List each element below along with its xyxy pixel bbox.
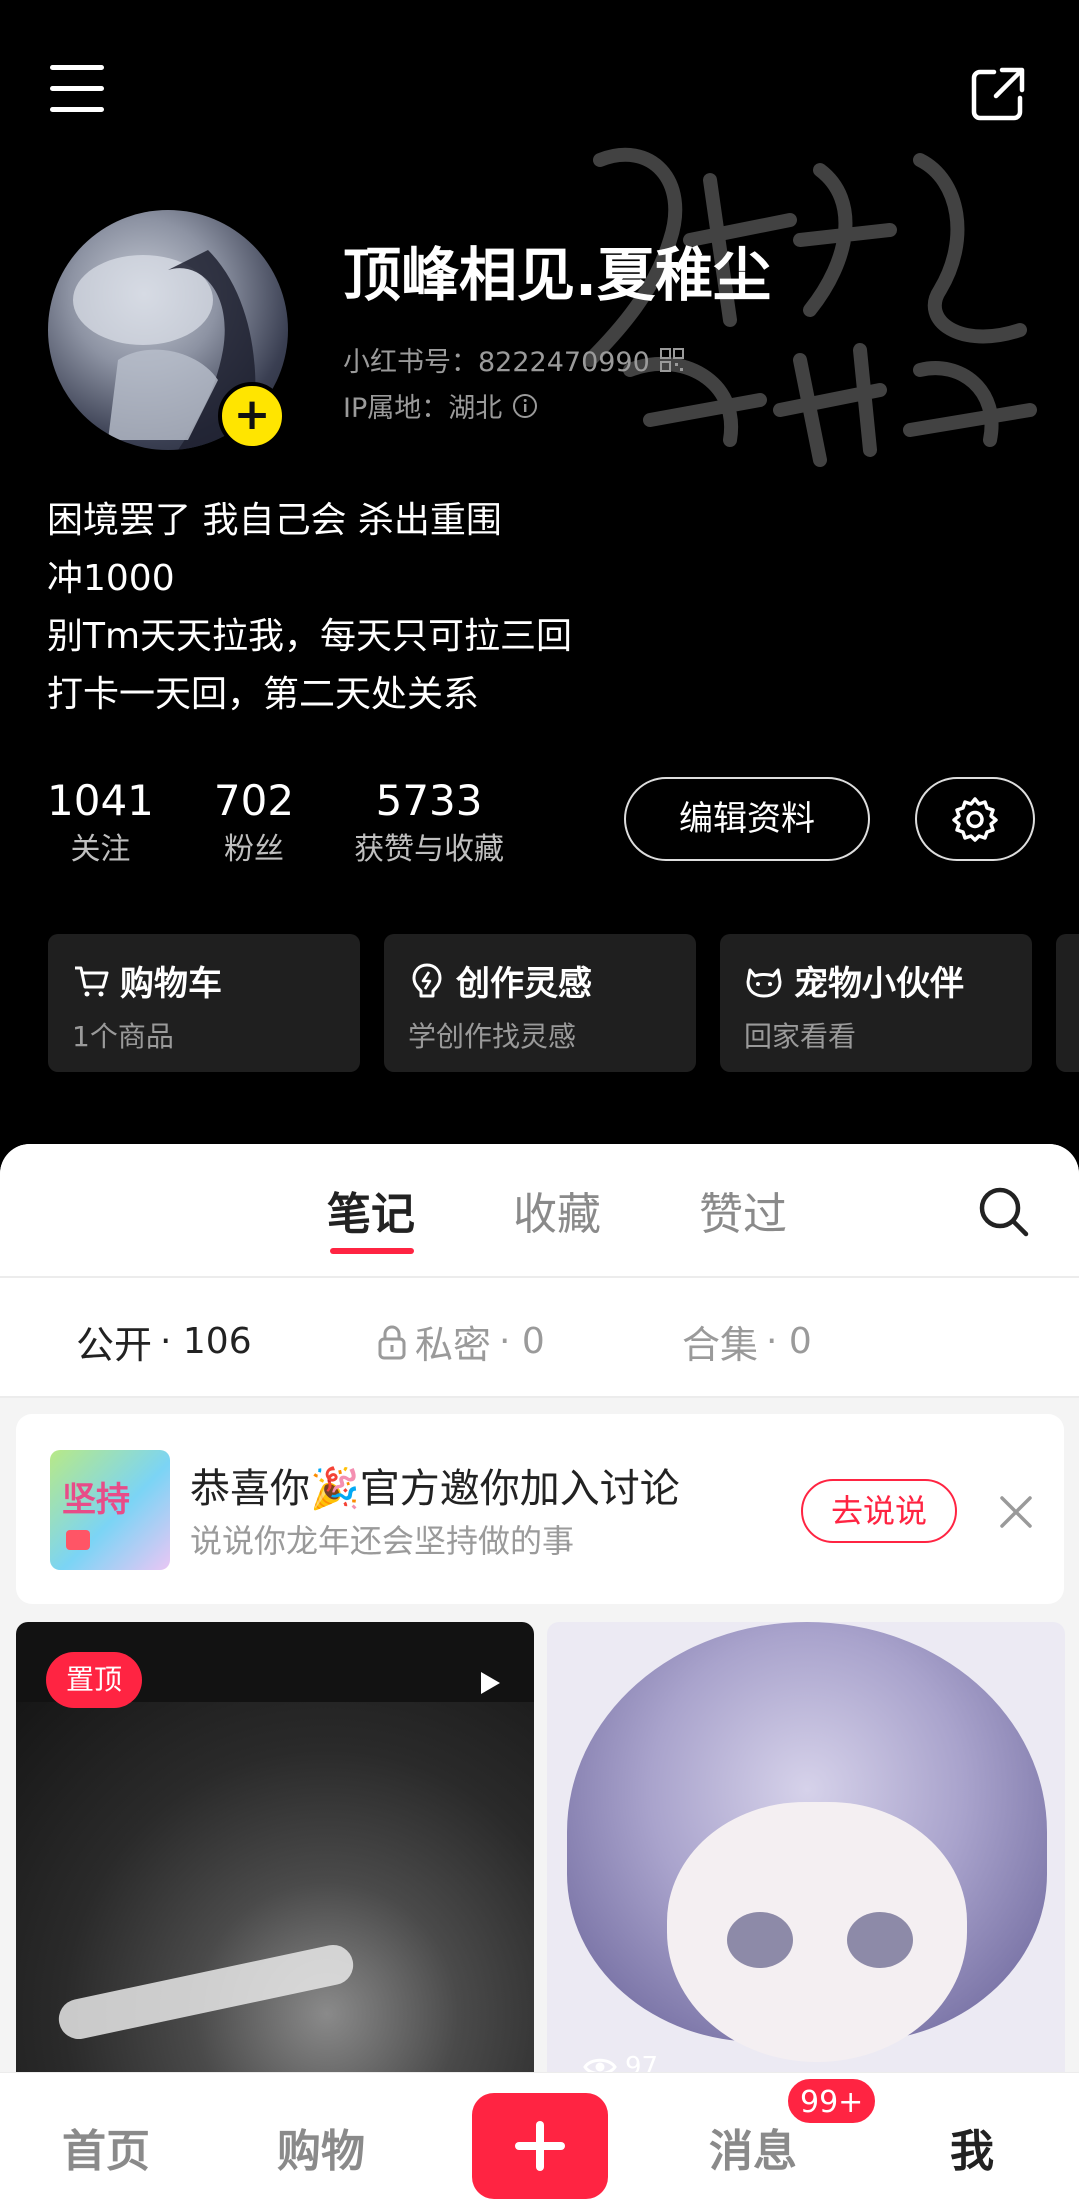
gear-icon xyxy=(952,797,998,842)
avatar[interactable]: + xyxy=(48,210,288,450)
shortcut-title: 创作灵感 xyxy=(456,964,592,1004)
pet-icon xyxy=(746,968,782,997)
profile-header: + 顶峰相见.夏稚尘 小红书号：8222470990 IP属地：湖北 困境罢了 … xyxy=(0,0,1079,1190)
visibility-filters: 公开 · 106 私密 · 0 合集 · 0 xyxy=(0,1278,1079,1398)
stat-likes[interactable]: 5733 获赞与收藏 xyxy=(354,776,504,874)
share-icon[interactable] xyxy=(968,64,1028,124)
content-tabs: 笔记 收藏 赞过 xyxy=(0,1144,1079,1278)
filter-count: · 0 xyxy=(766,1321,812,1362)
stat-followers[interactable]: 702 粉丝 xyxy=(214,776,294,874)
stat-value: 702 xyxy=(213,776,295,825)
shortcut-cart[interactable]: 购物车 1个商品 xyxy=(48,934,360,1072)
shortcut-title: 宠物小伙伴 xyxy=(794,964,964,1004)
filter-label: 私密 xyxy=(415,1323,492,1367)
filter-count: · 106 xyxy=(160,1321,252,1362)
banner-thumbnail: 坚持 xyxy=(50,1450,170,1570)
close-icon[interactable] xyxy=(996,1492,1036,1532)
stat-value: 5733 xyxy=(375,776,483,825)
play-icon xyxy=(481,1672,500,1694)
menu-icon-line xyxy=(50,65,104,70)
menu-button[interactable] xyxy=(50,65,110,125)
search-icon[interactable] xyxy=(976,1184,1030,1238)
bottom-navigation: 首页 购物 消息 99+ 我 xyxy=(0,2072,1079,2210)
cover-detail xyxy=(847,1912,913,1968)
cart-icon xyxy=(75,966,109,996)
tab-liked[interactable]: 赞过 xyxy=(699,1178,787,1242)
banner-action-button[interactable]: 去说说 xyxy=(801,1479,957,1543)
messages-badge: 99+ xyxy=(786,2077,878,2125)
menu-icon-line xyxy=(50,86,104,91)
stats: 1041 关注 702 粉丝 5733 获赞与收藏 xyxy=(47,776,564,874)
filter-private[interactable]: 私密 · 0 xyxy=(377,1314,545,1369)
user-id-line: 小红书号：8222470990 xyxy=(343,340,684,379)
stat-label: 获赞与收藏 xyxy=(354,832,505,867)
bulb-icon xyxy=(412,963,442,997)
banner-thumb-text: 坚持 xyxy=(62,1480,130,1520)
bio: 困境罢了 我自己会 杀出重围 冲1000 别Tm天天拉我，每天只可拉三回 打卡一… xyxy=(47,492,572,724)
banner-title: 恭喜你🎉官方邀你加入讨论 xyxy=(190,1466,680,1512)
edit-profile-button[interactable]: 编辑资料 xyxy=(624,777,870,861)
tab-notes[interactable]: 笔记 xyxy=(327,1178,415,1242)
menu-icon-line xyxy=(50,107,104,112)
ip-location-line: IP属地：湖北 xyxy=(343,386,538,425)
filter-public[interactable]: 公开 · 106 xyxy=(76,1314,252,1369)
shortcut-inspiration[interactable]: 创作灵感 学创作找灵感 xyxy=(384,934,696,1072)
cover-detail xyxy=(727,1912,793,1968)
stat-following[interactable]: 1041 关注 xyxy=(47,776,154,874)
bio-line: 困境罢了 我自己会 杀出重围 xyxy=(47,500,502,541)
nav-shop[interactable]: 购物 xyxy=(277,2115,365,2179)
filter-collections[interactable]: 合集 · 0 xyxy=(682,1314,812,1369)
notes-panel: 笔记 收藏 赞过 公开 · 106 私密 · 0 合集 · 0 坚持 恭喜你🎉官… xyxy=(0,1144,1079,2210)
pinned-badge: 置顶 xyxy=(46,1652,143,1708)
tab-collections[interactable]: 收藏 xyxy=(513,1178,601,1242)
username: 顶峰相见.夏稚尘 xyxy=(343,241,772,309)
filter-label: 公开 xyxy=(76,1323,153,1367)
shortcut-subtitle: 回家看看 xyxy=(744,1020,857,1053)
filter-label: 合集 xyxy=(682,1323,759,1367)
create-post-button[interactable] xyxy=(472,2093,608,2199)
bio-line: 打卡一天回，第二天处关系 xyxy=(47,674,480,715)
bio-line: 冲1000 xyxy=(47,558,175,599)
stat-label: 粉丝 xyxy=(223,832,284,867)
nav-messages[interactable]: 消息 xyxy=(709,2115,797,2179)
cup-icon xyxy=(66,1530,90,1550)
avatar-add-button[interactable]: + xyxy=(218,382,286,450)
stat-label: 关注 xyxy=(70,832,131,867)
filter-count: · 0 xyxy=(499,1321,545,1362)
bio-line: 别Tm天天拉我，每天只可拉三回 xyxy=(47,616,573,657)
user-id: 小红书号：8222470990 xyxy=(343,347,650,378)
nav-me[interactable]: 我 xyxy=(950,2115,994,2179)
cover-detail xyxy=(55,1941,357,2043)
stat-value: 1041 xyxy=(47,776,154,825)
qr-code-icon[interactable] xyxy=(659,347,684,372)
info-icon[interactable] xyxy=(512,393,538,419)
shortcut-subtitle: 学创作找灵感 xyxy=(408,1020,577,1053)
shortcut-cards: 购物车 1个商品 创作灵感 学创作找灵感 宠物小伙伴 回家看看 xyxy=(48,934,1032,1072)
shortcut-subtitle: 1个商品 xyxy=(72,1020,174,1053)
banner-subtitle: 说说你龙年还会坚持做的事 xyxy=(190,1522,575,1560)
active-tab-indicator xyxy=(330,1248,414,1254)
lock-icon xyxy=(378,1325,406,1359)
shortcut-title: 购物车 xyxy=(120,964,222,1004)
cover-detail xyxy=(667,1802,967,2062)
nav-home[interactable]: 首页 xyxy=(62,2115,150,2179)
shortcut-more[interactable] xyxy=(1056,934,1079,1072)
ip-location: IP属地：湖北 xyxy=(343,393,503,424)
discussion-banner[interactable]: 坚持 恭喜你🎉官方邀你加入讨论 说说你龙年还会坚持做的事 去说说 xyxy=(16,1414,1064,1604)
settings-button[interactable] xyxy=(915,777,1035,861)
shortcut-pet[interactable]: 宠物小伙伴 回家看看 xyxy=(720,934,1032,1072)
